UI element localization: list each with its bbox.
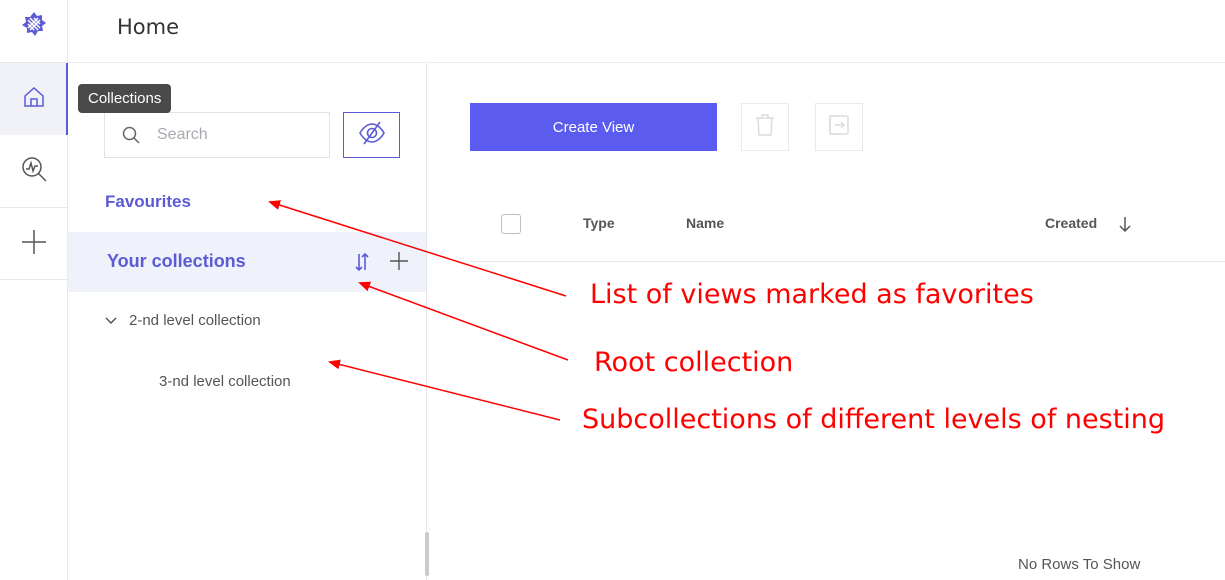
collections-tooltip: Collections [78, 84, 172, 113]
top-header: Home [68, 0, 1225, 63]
column-created[interactable]: Created [1045, 215, 1097, 231]
create-view-button[interactable]: Create View [470, 103, 717, 151]
your-collections-row[interactable]: Your collections [68, 232, 426, 292]
tree-item-label: 2-nd level collection [129, 312, 261, 329]
select-all-checkbox[interactable] [501, 214, 521, 234]
sort-icon[interactable] [354, 251, 370, 273]
analytics-search-icon [20, 155, 48, 187]
your-collections-label: Your collections [107, 251, 246, 271]
annotation-root: Root collection [594, 347, 794, 378]
favourites-link[interactable]: Favourites [105, 192, 191, 212]
search-icon [121, 125, 141, 145]
rail-explore-button[interactable] [0, 135, 67, 207]
logo-icon [21, 11, 47, 41]
page-title: Home [117, 15, 180, 39]
annotation-favourites: List of views marked as favorites [590, 279, 1034, 310]
app-logo[interactable] [0, 0, 67, 52]
collections-search[interactable] [104, 112, 330, 158]
sort-desc-icon[interactable] [1118, 216, 1132, 233]
empty-state-text: No Rows To Show [1018, 556, 1141, 573]
eye-off-icon [357, 120, 387, 150]
toggle-hidden-button[interactable] [343, 112, 400, 158]
add-collection-icon[interactable] [388, 250, 410, 272]
rail-home-button[interactable] [0, 63, 68, 135]
chevron-down-icon [105, 314, 119, 328]
trash-icon [754, 113, 776, 141]
move-button[interactable] [815, 103, 863, 151]
tree-item-level-3[interactable]: 3-nd level collection [159, 373, 291, 390]
move-to-icon [828, 114, 850, 140]
delete-button[interactable] [741, 103, 789, 151]
annotation-subcollections: Subcollections of different levels of ne… [582, 404, 1166, 435]
tree-item-level-2[interactable]: 2-nd level collection [105, 312, 261, 329]
column-type[interactable]: Type [583, 215, 615, 231]
nav-rail [0, 0, 68, 580]
plus-icon [21, 229, 47, 259]
panel-resize-handle[interactable] [425, 532, 429, 576]
table-header: Type Name Created [470, 196, 1225, 262]
rail-add-button[interactable] [0, 208, 67, 280]
column-name[interactable]: Name [686, 215, 724, 231]
home-icon [22, 85, 46, 113]
search-input[interactable] [155, 125, 319, 145]
